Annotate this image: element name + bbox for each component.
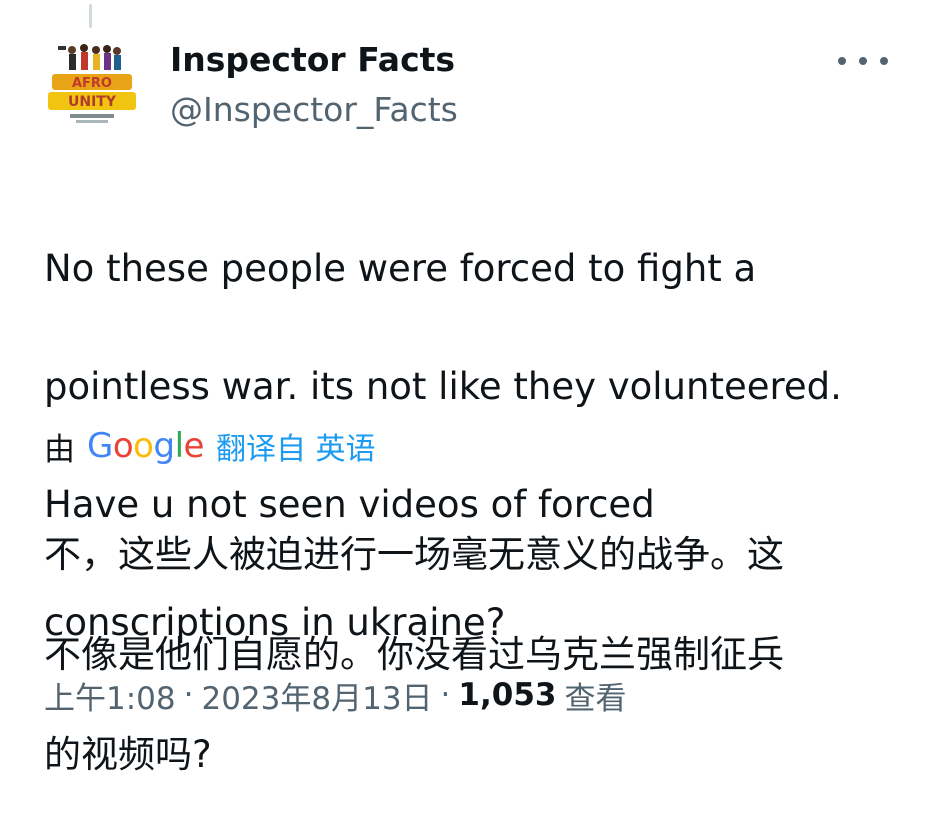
tweet-text-line: No these people were forced to fight a [44, 247, 757, 290]
author-name[interactable]: Inspector Facts [170, 38, 455, 82]
author-handle[interactable]: @Inspector_Facts [170, 88, 458, 132]
translated-from-link[interactable]: 翻译自 英语 [216, 424, 376, 468]
meta-separator: · [183, 677, 194, 713]
google-logo-letter: l [174, 426, 184, 466]
google-logo-letter: g [153, 426, 175, 466]
tweet-text-line: pointless war. its not like they volunte… [44, 365, 842, 408]
google-logo-letter: G [87, 426, 113, 466]
avatar-image: AFRO UNITY [44, 40, 140, 128]
views-label: 查看 [564, 680, 627, 717]
translated-tweet-text: 不，这些人被迫进行一场毫无意义的战争。这 不像是他们自愿的。你没看过乌克兰强制征… [44, 480, 904, 830]
meta-separator: · [440, 677, 451, 713]
translated-text-line: 的视频吗? [44, 733, 212, 776]
more-dots-icon [838, 57, 846, 65]
google-logo-letter: e [183, 426, 205, 466]
translated-text-line: 不，这些人被迫进行一场毫无意义的战争。这 [44, 533, 784, 576]
google-logo: Google [87, 426, 204, 466]
avatar[interactable]: AFRO UNITY [44, 40, 140, 128]
google-logo-letter: o [133, 426, 154, 466]
svg-text:UNITY: UNITY [68, 94, 117, 110]
translation-attribution: 由 Google 翻译自 英语 [44, 422, 376, 470]
google-logo-letter: o [112, 426, 134, 466]
tweet-metadata: 上午1:08 · 2023年8月13日 · 1,053 查看 [44, 670, 626, 720]
tweet-date[interactable]: 2023年8月13日 [201, 673, 432, 718]
svg-text:AFRO: AFRO [72, 76, 112, 91]
tweet-time[interactable]: 上午1:08 [44, 673, 176, 718]
thread-connector-line [89, 4, 92, 28]
more-dots-icon [880, 57, 888, 65]
views-count[interactable]: 1,053 [458, 677, 556, 713]
more-options-button[interactable] [838, 52, 888, 70]
translation-prefix: 由 [44, 431, 75, 468]
more-dots-icon [859, 57, 867, 65]
